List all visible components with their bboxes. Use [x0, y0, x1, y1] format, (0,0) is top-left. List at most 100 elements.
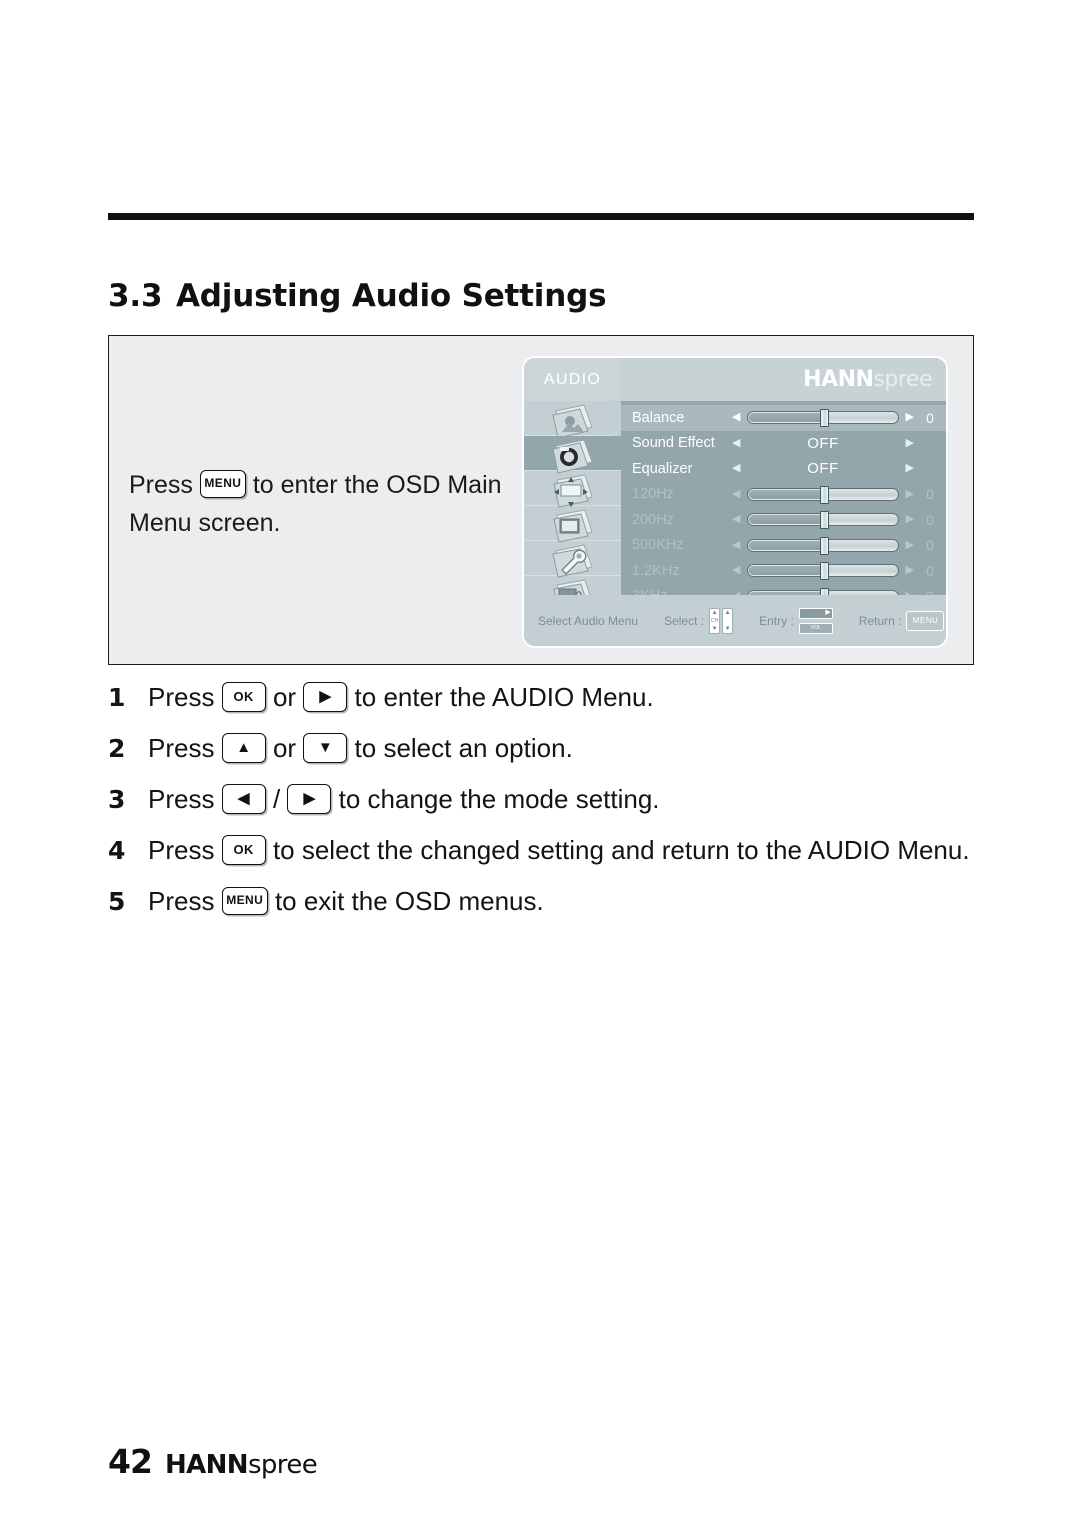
- osd-row-value: 0: [926, 537, 934, 554]
- osd-row[interactable]: 500KHz ◀ ▶ 0: [621, 533, 946, 559]
- right-arrow-key[interactable]: ▶: [287, 784, 332, 815]
- instruction-step: 1 Press OK or ▶ to enter the AUDIO Menu.: [108, 672, 988, 723]
- osd-sidebar-item-0[interactable]: [524, 401, 621, 439]
- osd-row-control[interactable]: ◀▶: [732, 511, 914, 530]
- caret-right-icon[interactable]: ▶: [906, 463, 914, 474]
- osd-footer-select: Select : ▲ CH ▼ ▲ ▼: [664, 607, 734, 634]
- osd-row-control[interactable]: ◀▶: [732, 536, 914, 555]
- caret-left-icon[interactable]: ◀: [732, 437, 740, 449]
- slider-thumb[interactable]: [820, 536, 830, 555]
- header-rule: [108, 213, 974, 220]
- slider-thumb[interactable]: [820, 511, 830, 530]
- page-footer: 42 HANNspree: [108, 1442, 318, 1481]
- osd-panel: AUDIO HANNspree Balance ◀ ▶ 0 Sound Effect ◀ O…: [524, 358, 946, 646]
- select-label: Select :: [664, 613, 705, 628]
- ok-key[interactable]: OK: [221, 682, 266, 713]
- caret-right-icon[interactable]: ▶: [906, 565, 914, 576]
- step-text: or: [272, 682, 297, 712]
- step-number: 1: [108, 683, 126, 712]
- osd-row-control[interactable]: ◀ OFF ▶: [732, 460, 914, 477]
- osd-sidebar-item-4[interactable]: [524, 541, 621, 578]
- slider-fill: [749, 489, 822, 499]
- osd-row[interactable]: 200Hz ◀ ▶ 0: [621, 507, 946, 533]
- slider-thumb[interactable]: [820, 562, 830, 581]
- osd-row-control[interactable]: ◀▶: [732, 409, 914, 428]
- osd-row-value: 0: [926, 562, 934, 579]
- osd-row[interactable]: Equalizer ◀ OFF ▶: [621, 456, 946, 482]
- osd-sidebar-item-3[interactable]: [524, 506, 621, 543]
- caret-right-icon[interactable]: ▶: [906, 437, 914, 449]
- volume-entry-icon: VOL: [798, 607, 833, 634]
- step-text: Press: [148, 733, 215, 763]
- osd-row-control[interactable]: ◀▶: [732, 562, 914, 581]
- menu-key-icon[interactable]: MENU: [906, 610, 945, 631]
- caret-left-icon[interactable]: ◀: [732, 539, 740, 551]
- osd-row-list: Balance ◀ ▶ 0 Sound Effect ◀ OFF ▶ Equalizer ◀ OFF…: [621, 401, 946, 646]
- caret-left-icon[interactable]: ◀: [732, 565, 740, 576]
- illustration-box: Press MENU to enter the OSD Main Menu sc…: [108, 335, 974, 665]
- right-arrow-key[interactable]: ▶: [303, 682, 348, 713]
- intro-before: Press: [129, 471, 193, 499]
- up-arrow-key[interactable]: ▲: [221, 733, 266, 764]
- caret-left-icon[interactable]: ◀: [732, 488, 740, 500]
- caret-right-icon[interactable]: ▶: [906, 514, 914, 525]
- osd-sidebar-item-2[interactable]: [524, 471, 621, 508]
- osd-row-value: 0: [926, 409, 934, 426]
- osd-tab-audio[interactable]: AUDIO: [524, 358, 621, 401]
- step-number: 3: [108, 785, 126, 814]
- osd-row-value: 0: [926, 511, 934, 528]
- osd-row[interactable]: Sound Effect ◀ OFF ▶: [621, 431, 946, 457]
- slider-fill: [749, 413, 822, 423]
- section-number: 3.3: [108, 278, 163, 314]
- step-text: to select the changed setting and return…: [272, 835, 970, 865]
- vol-label: VOL: [798, 622, 833, 634]
- osd-row[interactable]: Balance ◀ ▶ 0: [621, 405, 946, 431]
- osd-slider[interactable]: [747, 562, 899, 581]
- osd-row[interactable]: 120Hz ◀ ▶ 0: [621, 482, 946, 508]
- osd-row-control[interactable]: ◀ OFF ▶: [732, 435, 914, 452]
- left-arrow-key[interactable]: ◀: [221, 784, 266, 815]
- instruction-step: 4 Press OK to select the changed setting …: [108, 825, 988, 876]
- step-number: 2: [108, 734, 126, 763]
- osd-sidebar: [524, 401, 621, 613]
- down-arrow-key[interactable]: ▼: [303, 733, 348, 764]
- step-text: Press: [148, 886, 215, 916]
- osd-slider[interactable]: [747, 409, 899, 428]
- caret-left-icon[interactable]: ◀: [732, 412, 740, 423]
- instruction-steps: 1 Press OK or ▶ to enter the AUDIO Menu. …: [108, 672, 988, 927]
- osd-slider[interactable]: [747, 511, 899, 530]
- osd-row-control[interactable]: ◀▶: [732, 485, 914, 504]
- caret-right-icon[interactable]: ▶: [906, 539, 914, 551]
- slider-thumb[interactable]: [820, 485, 830, 504]
- osd-sidebar-item-1[interactable]: [524, 436, 621, 474]
- caret-left-icon[interactable]: ◀: [732, 463, 740, 474]
- caret-right-icon[interactable]: ▶: [906, 488, 914, 500]
- osd-row-label: 1.2KHz: [632, 562, 680, 579]
- step-text: to change the mode setting.: [338, 784, 660, 814]
- caret-left-icon[interactable]: ◀: [732, 514, 740, 525]
- step-number: 4: [108, 836, 126, 865]
- osd-row-label: Equalizer: [632, 460, 693, 477]
- entry-label: Entry :: [759, 613, 794, 628]
- caret-right-icon[interactable]: ▶: [906, 412, 914, 423]
- tools-settings-icon: [550, 541, 596, 578]
- osd-brand-light: spree: [873, 367, 932, 392]
- osd-row-value: 0: [926, 486, 934, 503]
- step-text: or: [272, 733, 297, 763]
- osd-option-value: OFF: [807, 460, 839, 478]
- menu-key-inline[interactable]: MENU: [199, 470, 246, 499]
- step-text: to select an option.: [354, 733, 573, 763]
- screen-settings-icon: [550, 506, 596, 543]
- osd-row[interactable]: 1.2KHz ◀ ▶ 0: [621, 558, 946, 584]
- osd-row-label: Sound Effect: [632, 435, 715, 452]
- osd-slider[interactable]: [747, 485, 899, 504]
- step-text: to enter the AUDIO Menu.: [354, 682, 654, 712]
- ok-key[interactable]: OK: [221, 835, 266, 866]
- section-title: Adjusting Audio Settings: [176, 278, 607, 314]
- slider-fill: [749, 515, 822, 525]
- step-text: to exit the OSD menus.: [274, 886, 544, 916]
- audio-settings-icon: [550, 436, 596, 474]
- osd-slider[interactable]: [747, 536, 899, 555]
- slider-thumb[interactable]: [820, 409, 830, 428]
- menu-key[interactable]: MENU: [221, 887, 268, 916]
